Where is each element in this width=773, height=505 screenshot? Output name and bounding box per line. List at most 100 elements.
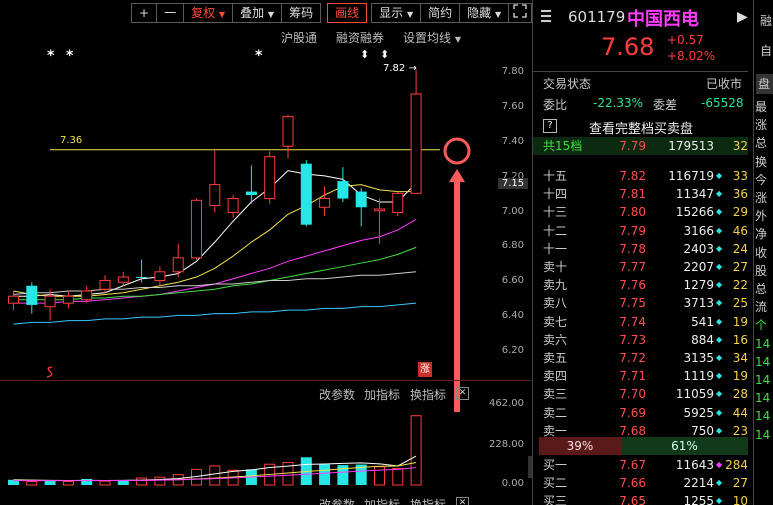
- ask-row[interactable]: 十五 7.82 116719 ◆ 33: [533, 167, 748, 185]
- full-book-link[interactable]: 查看完整档买卖盘: [589, 118, 693, 137]
- add-indicator-button[interactable]: 加指标: [364, 386, 400, 403]
- diamond-icon: ◆: [716, 225, 723, 235]
- price-axis: 7.80 7.60 7.40 7.20 7.00 6.80 6.60 6.40 6.20 7.15: [484, 0, 528, 380]
- candle-body: [209, 184, 221, 207]
- bid-level-label: 买二: [543, 476, 568, 491]
- bid-level-label: 买一: [543, 458, 568, 472]
- zoom-in-button[interactable]: +: [131, 3, 158, 23]
- ask-level-label: 卖五: [543, 351, 568, 365]
- edit-params-button[interactable]: 改参数: [319, 386, 355, 403]
- candle-body: [264, 156, 276, 200]
- volume-chart[interactable]: [0, 402, 500, 492]
- candle-body: [8, 295, 19, 304]
- menu-icon[interactable]: [541, 10, 551, 22]
- diamond-icon: ◆: [716, 460, 723, 469]
- ask-row[interactable]: 卖四 7.71 1119 ◆ 19: [533, 367, 748, 385]
- dividend-marker-icon[interactable]: [46, 366, 54, 381]
- book-total-price: 7.79: [619, 139, 646, 153]
- ask-row[interactable]: 卖七 7.74 541 ◆ 19: [533, 313, 748, 331]
- close-icon[interactable]: ✕: [456, 497, 469, 505]
- close-icon[interactable]: ✕: [456, 387, 469, 400]
- draw-line-button[interactable]: 画线: [327, 3, 368, 23]
- diamond-icon: ◆: [716, 407, 723, 417]
- chips-button[interactable]: 筹码: [282, 3, 322, 23]
- ask-order-count: 25: [732, 296, 748, 311]
- side-top-button[interactable]: 自: [760, 42, 772, 59]
- volume-axis-tick: 0.00: [501, 478, 524, 489]
- chart-area[interactable]: + 一 复权 ▼ 叠加 ▼ 筹码 画线 显示 ▼ 简约 隐藏 ▼ 沪股通 融资融…: [0, 0, 533, 505]
- pane-divider[interactable]: [0, 380, 531, 381]
- diamond-icon: ◆: [716, 243, 723, 253]
- ask-row[interactable]: 十四 7.81 11347 ◆ 36: [533, 185, 748, 203]
- overlay-dropdown[interactable]: 叠加 ▼: [233, 3, 283, 23]
- ask-row[interactable]: 卖二 7.69 5925 ◆ 44: [533, 404, 748, 422]
- edit-params-button-2[interactable]: 改参数: [319, 496, 355, 505]
- candle-body: [300, 163, 312, 225]
- weicha-label: 委差: [653, 98, 678, 112]
- bid-row[interactable]: 买二 7.66 2214 ◆ 27: [533, 474, 748, 492]
- stock-code: 601179: [568, 8, 626, 26]
- ma-line: [13, 302, 417, 325]
- diamond-icon: ◆: [716, 496, 723, 505]
- side-stat: 14: [755, 391, 771, 406]
- ma-line: [13, 246, 417, 301]
- next-stock-icon[interactable]: ▶: [737, 9, 748, 25]
- ask-row[interactable]: 卖三 7.70 11059 ◆ 28: [533, 385, 748, 403]
- ref-line-label: 7.36: [60, 135, 83, 146]
- candle-body: [62, 295, 74, 304]
- ask-level-label: 卖六: [543, 332, 568, 347]
- ask-level-label: 卖七: [543, 314, 568, 329]
- ask-volume: 3166: [683, 223, 714, 238]
- stock-name[interactable]: 中国西电: [627, 5, 699, 31]
- ask-row[interactable]: 十二 7.79 3166 ◆ 46: [533, 222, 748, 240]
- switch-indicator-button[interactable]: 换指标: [410, 386, 446, 403]
- ask-price: 7.75: [619, 296, 646, 311]
- bid-price: 7.67: [619, 458, 646, 472]
- ask-row[interactable]: 卖六 7.73 884 ◆ 16: [533, 331, 748, 349]
- candle-body: [410, 93, 422, 194]
- ask-row[interactable]: 十一 7.78 2403 ◆ 24: [533, 240, 748, 258]
- zoom-out-button[interactable]: 一: [157, 3, 185, 23]
- add-indicator-button-2[interactable]: 加指标: [364, 496, 400, 505]
- side-tab[interactable]: 盘: [756, 74, 773, 94]
- current-price-tag: 7.15: [498, 178, 528, 190]
- display-dropdown[interactable]: 显示 ▼: [371, 3, 422, 23]
- help-icon[interactable]: ?: [543, 119, 557, 133]
- hgt-link[interactable]: 沪股通: [281, 29, 317, 46]
- bid-row[interactable]: 买一 7.67 11643 ◆ 284: [533, 456, 748, 474]
- side-top-button[interactable]: 融: [760, 12, 772, 29]
- ask-row[interactable]: 卖九 7.76 1279 ◆ 22: [533, 276, 748, 294]
- ask-volume: 3713: [683, 296, 714, 311]
- ask-volume: 541: [691, 314, 714, 329]
- switch-indicator-button-2[interactable]: 换指标: [410, 496, 446, 505]
- ask-row[interactable]: 卖十 7.77 2207 ◆ 27: [533, 258, 748, 276]
- ask-price: 7.79: [619, 223, 646, 238]
- margin-link[interactable]: 融资融券: [336, 29, 384, 46]
- ask-row[interactable]: 十三 7.80 15266 ◆ 29: [533, 203, 748, 221]
- candlestick-chart[interactable]: [0, 50, 500, 370]
- side-stat: 净: [755, 227, 768, 242]
- volume-bar: [62, 481, 74, 486]
- chevron-down-icon: ▼: [454, 35, 461, 44]
- ask-price: 7.72: [619, 351, 646, 365]
- book-total-volume: 179513: [668, 139, 714, 153]
- bid-volume: 11643: [675, 458, 714, 472]
- price-axis-tick: 6.20: [501, 345, 524, 356]
- bid-row[interactable]: 买三 7.65 1255 ◆ 10: [533, 492, 748, 505]
- ma-settings-link[interactable]: 设置均线 ▼: [403, 29, 461, 46]
- book-total-row: 共15档 7.79 179513 32: [533, 137, 748, 156]
- candle-body: [172, 257, 184, 273]
- ask-row[interactable]: 卖五 7.72 3135 ◆ 34: [533, 349, 748, 367]
- ask-volume: 5925: [683, 405, 714, 420]
- candle-body: [337, 181, 349, 199]
- fuquan-dropdown[interactable]: 复权 ▼: [184, 3, 234, 23]
- ask-order-count: 22: [732, 278, 748, 293]
- weicha-value: -65528: [701, 96, 744, 110]
- price-change-pct: +8.02%: [667, 49, 716, 63]
- ask-volume: 11059: [675, 387, 714, 402]
- candle-body: [282, 116, 294, 147]
- ask-order-count: 16: [732, 332, 748, 347]
- ask-row[interactable]: 卖八 7.75 3713 ◆ 25: [533, 294, 748, 312]
- ask-price: 7.71: [619, 369, 646, 384]
- simple-button[interactable]: 简约: [421, 3, 461, 23]
